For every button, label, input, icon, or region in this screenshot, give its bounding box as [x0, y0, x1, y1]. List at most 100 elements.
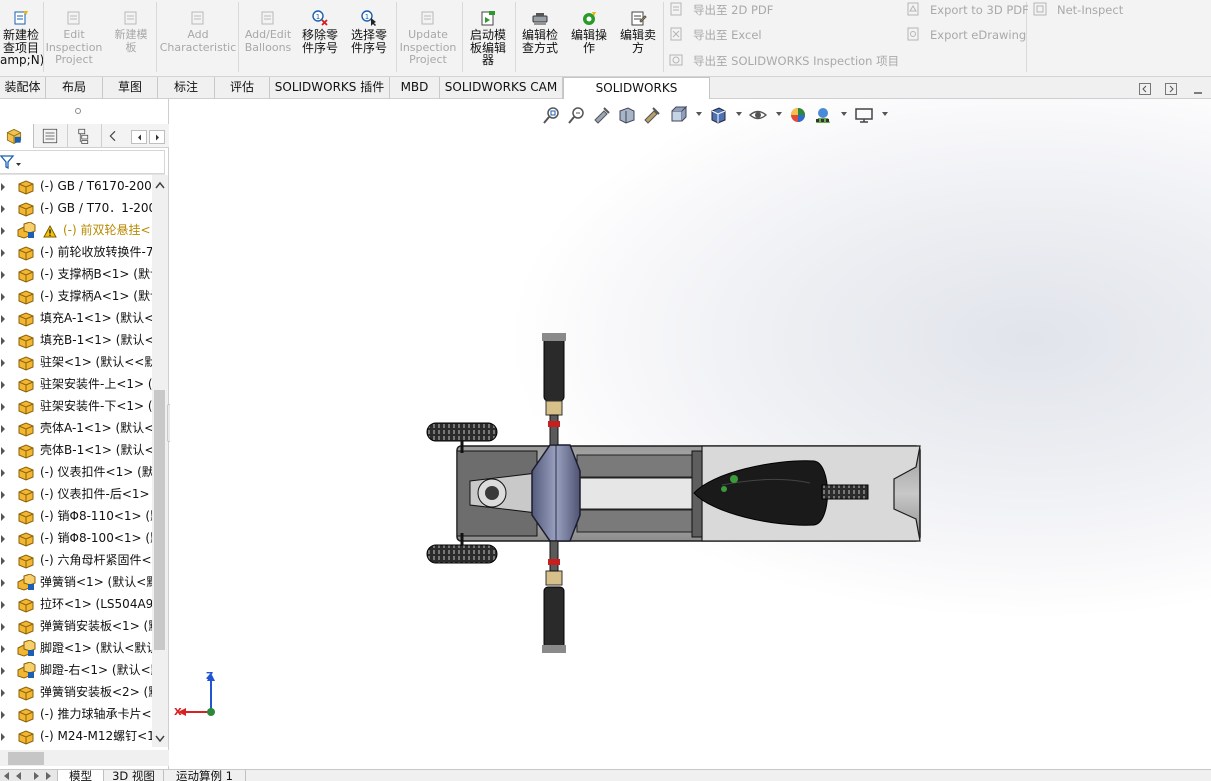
panel-scroll-right-button[interactable]: [149, 130, 165, 144]
tree-item[interactable]: 填充B-1<1> (默认<: [0, 329, 153, 351]
expand-arrow-icon[interactable]: [1, 645, 5, 653]
tab-navigation-arrows[interactable]: [0, 770, 58, 781]
expand-arrow-icon[interactable]: [1, 293, 5, 301]
tree-item[interactable]: 填充A-1<1> (默认<: [0, 307, 153, 329]
expand-arrow-icon[interactable]: [1, 381, 5, 389]
expand-arrow-icon[interactable]: [1, 711, 5, 719]
command-tab-8[interactable]: SOLIDWORKS Inspection: [563, 77, 710, 116]
tab-property-manager[interactable]: [34, 124, 68, 148]
tree-item[interactable]: (-) 支撑柄B<1> (默认: [0, 263, 153, 285]
assembly-model-view[interactable]: [422, 333, 930, 653]
panel-scroll-left-button[interactable]: [131, 130, 147, 144]
tree-item[interactable]: (-) 推力球轴承卡片<: [0, 703, 153, 725]
expand-arrow-icon[interactable]: [1, 513, 5, 521]
tree-item[interactable]: 驻架<1> (默认<<默: [0, 351, 153, 373]
tree-item[interactable]: (-) 仪表扣件<1> (默: [0, 461, 153, 483]
edit-vendor-button[interactable]: 编辑卖方: [614, 0, 662, 72]
tree-item[interactable]: 脚蹬-右<1> (默认<默: [0, 659, 153, 681]
tree-horizontal-scroll-thumb[interactable]: [8, 752, 44, 765]
expand-arrow-icon[interactable]: [1, 249, 5, 257]
expand-arrow-icon[interactable]: [1, 557, 5, 565]
expand-arrow-icon[interactable]: [1, 469, 5, 477]
expand-arrow-icon[interactable]: [1, 667, 5, 675]
zoom-to-area-icon[interactable]: [567, 105, 587, 125]
command-tab-5[interactable]: SOLIDWORKS 插件: [270, 77, 390, 99]
command-tab-7[interactable]: SOLIDWORKS CAM: [440, 77, 563, 99]
expand-arrow-icon[interactable]: [1, 447, 5, 455]
expand-arrow-icon[interactable]: [1, 227, 5, 235]
display-style-icon[interactable]: [708, 105, 728, 125]
edit-appearance-icon[interactable]: [788, 105, 808, 125]
tree-item[interactable]: (-) 仪表扣件-后<1>: [0, 483, 153, 505]
tree-item[interactable]: 弹簧销<1> (默认<默: [0, 571, 153, 593]
new-template-button[interactable]: 新建模板: [106, 0, 156, 72]
bottom-tab-2[interactable]: 运动算例 1: [164, 770, 246, 781]
expand-arrow-icon[interactable]: [1, 403, 5, 411]
edit-operation-button[interactable]: 编辑操作: [565, 0, 613, 72]
tree-item[interactable]: (-) 销Φ8-110<1> (默: [0, 505, 153, 527]
add-edit-balloons-button[interactable]: Add/Edit Balloons: [240, 0, 296, 72]
command-tab-6[interactable]: MBD: [390, 77, 440, 99]
section-view-icon[interactable]: [617, 105, 637, 125]
expand-arrow-icon[interactable]: [1, 315, 5, 323]
remove-part-number-button[interactable]: 1 移除零 件序号: [297, 0, 343, 72]
apply-scene-dropdown-icon[interactable]: [841, 112, 847, 116]
command-tab-0[interactable]: 装配体: [0, 77, 46, 99]
tree-vertical-scroll-thumb[interactable]: [154, 390, 165, 650]
command-tab-3[interactable]: 标注: [158, 77, 215, 99]
collapse-left-icon[interactable]: [1139, 83, 1151, 95]
new-inspection-button[interactable]: 新建检 查项目 amp;N): [0, 0, 44, 72]
expand-arrow-icon[interactable]: [1, 733, 5, 741]
collapse-right-icon[interactable]: [1165, 83, 1177, 95]
tree-item[interactable]: 拉环<1> (LS504A9A: [0, 593, 153, 615]
add-characteristic-button[interactable]: Add Characteristic: [158, 0, 238, 72]
edit-inspection-button[interactable]: Edit Inspection Project: [44, 0, 104, 72]
tab-dimxpert[interactable]: [102, 124, 126, 148]
graphics-area[interactable]: Z X: [170, 99, 1211, 769]
export-2d-pdf-button[interactable]: 导出至 2D PDF: [668, 1, 773, 19]
expand-arrow-icon[interactable]: [1, 579, 5, 587]
previous-view-icon[interactable]: [592, 105, 612, 125]
command-tab-4[interactable]: 评估: [215, 77, 270, 99]
tree-item[interactable]: 弹簧销安装板<2> (默: [0, 681, 153, 703]
export-inspection-project-button[interactable]: 导出至 SOLIDWORKS Inspection 项目: [668, 52, 899, 70]
tree-item[interactable]: 驻架安装件-上<1> (: [0, 373, 153, 395]
expand-arrow-icon[interactable]: [1, 359, 5, 367]
tree-item[interactable]: 驻架安装件-下<1> (: [0, 395, 153, 417]
tree-item[interactable]: 弹簧销安装板<1> (默: [0, 615, 153, 637]
expand-arrow-icon[interactable]: [1, 689, 5, 697]
dynamic-annotation-icon[interactable]: [642, 105, 662, 125]
tree-item[interactable]: (-) 支撑柄A<1> (默认: [0, 285, 153, 307]
export-3d-pdf-button[interactable]: Export to 3D PDF: [905, 1, 1029, 19]
view-settings-icon[interactable]: [854, 105, 874, 125]
tree-item[interactable]: (-) 销Φ8-100<1> (默: [0, 527, 153, 549]
tree-item[interactable]: 壳体A-1<1> (默认<: [0, 417, 153, 439]
bottom-tab-0[interactable]: 模型: [58, 770, 104, 781]
tree-item[interactable]: (-) GB / T6170-2000: [0, 175, 153, 197]
export-edrawing-button[interactable]: Export eDrawing: [905, 26, 1026, 44]
launch-template-editor-button[interactable]: 启动模 板编辑器: [463, 0, 513, 72]
view-orientation-dropdown-icon[interactable]: [696, 112, 702, 116]
scroll-up-icon[interactable]: [155, 181, 165, 189]
bottom-tab-1[interactable]: 3D 视图: [104, 770, 164, 781]
display-style-dropdown-icon[interactable]: [736, 112, 742, 116]
zoom-to-fit-icon[interactable]: [542, 105, 562, 125]
panel-grip-icon[interactable]: [75, 108, 81, 114]
command-tab-2[interactable]: 草图: [103, 77, 158, 99]
tree-item[interactable]: 壳体B-1<1> (默认<: [0, 439, 153, 461]
hide-show-items-icon[interactable]: [748, 105, 768, 125]
tab-configuration-manager[interactable]: [68, 124, 102, 148]
expand-arrow-icon[interactable]: [1, 601, 5, 609]
tree-item[interactable]: (-) 前轮收放转换件-7: [0, 241, 153, 263]
export-excel-button[interactable]: 导出至 Excel: [668, 26, 762, 44]
expand-arrow-icon[interactable]: [1, 183, 5, 191]
apply-scene-icon[interactable]: [813, 105, 833, 125]
edit-inspection-method-button[interactable]: 编辑检 查方式: [516, 0, 564, 72]
filter-icon[interactable]: [0, 154, 22, 170]
expand-arrow-icon[interactable]: [1, 491, 5, 499]
minimize-icon[interactable]: [1192, 83, 1204, 95]
tree-item[interactable]: 脚蹬<1> (默认<默认: [0, 637, 153, 659]
select-part-number-button[interactable]: 1 选择零 件序号: [345, 0, 393, 72]
tree-item[interactable]: (-) 前双轮悬挂<: [0, 219, 153, 241]
tree-item[interactable]: (-) GB / T70．1-200: [0, 197, 153, 219]
